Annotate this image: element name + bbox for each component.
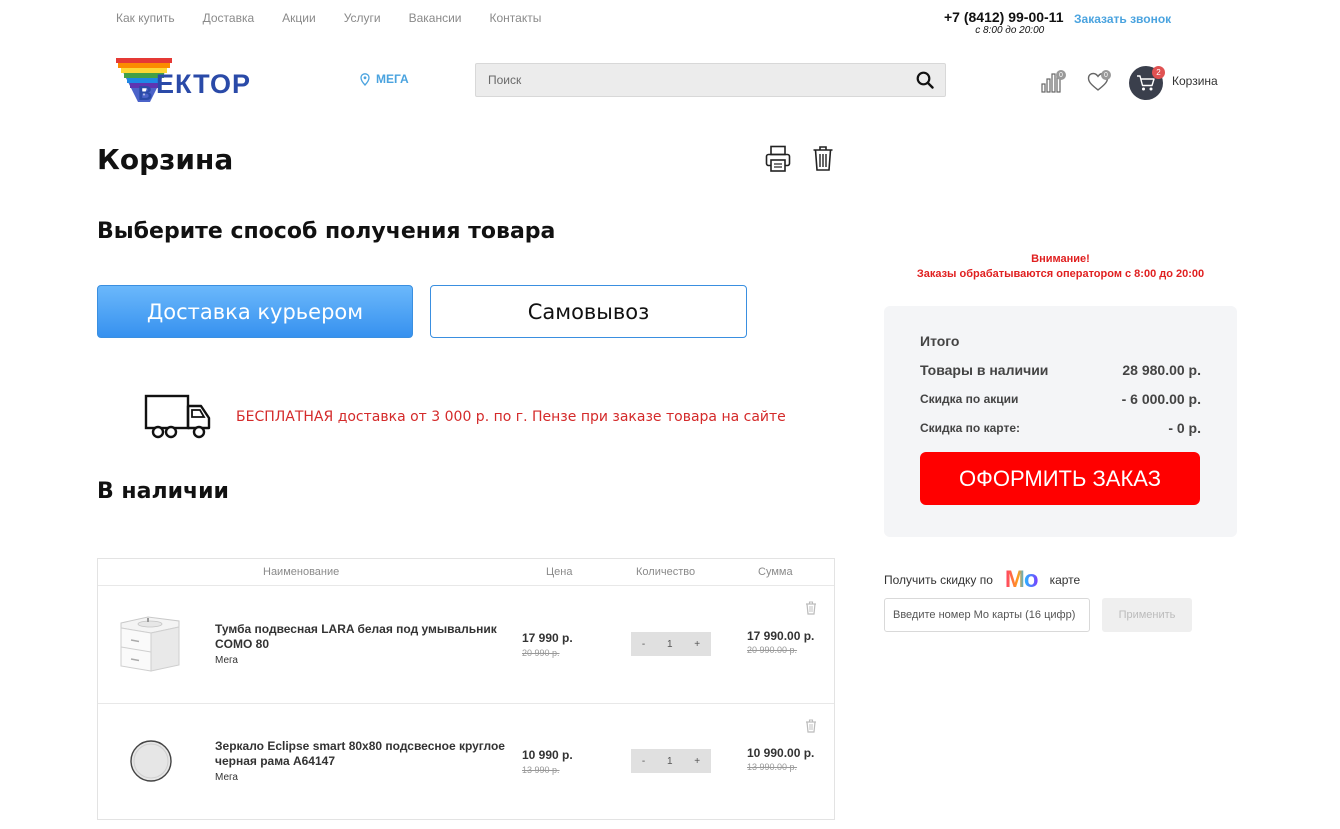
in-stock-heading: В наличии bbox=[97, 479, 229, 504]
discount-prefix: Получить скидку по bbox=[884, 573, 993, 587]
cart-label[interactable]: Корзина bbox=[1172, 74, 1218, 88]
delivery-heading: Выберите способ получения товара bbox=[97, 219, 556, 244]
nav-services[interactable]: Услуги bbox=[344, 11, 381, 25]
phone-block: +7 (8412) 99-00-11 с 8:00 до 20:00 bbox=[944, 9, 1063, 36]
location-pin-icon bbox=[360, 72, 370, 86]
product-store: Мега bbox=[215, 772, 238, 783]
row-old-sum: 13 990.00 р. bbox=[747, 762, 798, 772]
truck-icon bbox=[144, 393, 212, 445]
promo-discount-label: Скидка по акции bbox=[920, 392, 1019, 406]
product-image-vanity-cabinet[interactable] bbox=[118, 615, 182, 677]
print-button[interactable] bbox=[765, 145, 791, 177]
table-row: Зеркало Eclipse smart 80x80 подсвесное к… bbox=[98, 704, 834, 821]
city-selector[interactable]: МЕГА bbox=[360, 72, 409, 86]
discount-suffix: карте bbox=[1049, 573, 1081, 587]
clear-cart-button[interactable] bbox=[812, 145, 834, 176]
mo-card-number-input[interactable] bbox=[884, 598, 1090, 632]
quantity-increase-button[interactable]: + bbox=[694, 756, 700, 767]
column-header-quantity: Количество bbox=[636, 566, 696, 578]
cart-table: Наименование Цена Количество Сумма Тумба… bbox=[97, 558, 835, 820]
quantity-value[interactable]: 1 bbox=[667, 756, 673, 767]
remove-item-button[interactable] bbox=[805, 600, 817, 619]
logo[interactable]: В ЕКТОР bbox=[116, 56, 298, 105]
quantity-stepper: - 1 + bbox=[631, 749, 711, 773]
print-icon bbox=[765, 145, 791, 172]
top-nav: Как купить Доставка Акции Услуги Ваканси… bbox=[116, 11, 569, 25]
card-discount-value: - 0 р. bbox=[1168, 420, 1201, 436]
column-header-price: Цена bbox=[546, 566, 573, 578]
nav-vacancies[interactable]: Вакансии bbox=[409, 11, 462, 25]
items-value: 28 980.00 р. bbox=[1122, 362, 1201, 378]
compare-badge: 0 bbox=[1056, 70, 1066, 80]
quantity-value[interactable]: 1 bbox=[667, 639, 673, 650]
nav-promotions[interactable]: Акции bbox=[282, 11, 316, 25]
discount-card-promo: Получить скидку по Mo карте bbox=[884, 566, 1080, 594]
search-bar bbox=[475, 63, 946, 97]
pickup-button[interactable]: Самовывоз bbox=[430, 285, 747, 338]
trash-icon bbox=[806, 601, 816, 615]
quantity-decrease-button[interactable]: - bbox=[642, 756, 645, 767]
product-image-round-mirror[interactable] bbox=[129, 739, 173, 787]
callback-link[interactable]: Заказать звонок bbox=[1074, 12, 1171, 26]
courier-delivery-button[interactable]: Доставка курьером bbox=[97, 285, 413, 338]
quantity-increase-button[interactable]: + bbox=[694, 639, 700, 650]
column-header-name: Наименование bbox=[263, 566, 340, 578]
page-title: Корзина bbox=[97, 143, 234, 176]
search-button[interactable] bbox=[905, 64, 945, 96]
mo-card-logo: Mo bbox=[1004, 566, 1039, 593]
remove-item-button[interactable] bbox=[805, 718, 817, 737]
svg-text:В: В bbox=[138, 83, 152, 102]
apply-card-button[interactable]: Применить bbox=[1102, 598, 1192, 632]
product-name[interactable]: Зеркало Eclipse smart 80x80 подсвесное к… bbox=[215, 739, 515, 769]
warning-title: Внимание! bbox=[1031, 253, 1090, 265]
city-label: МЕГА bbox=[376, 72, 409, 86]
free-delivery-notice: БЕСПЛАТНАЯ доставка от 3 000 р. по г. Пе… bbox=[236, 409, 786, 425]
row-old-sum: 20 990.00 р. bbox=[747, 645, 798, 655]
trash-icon bbox=[813, 146, 833, 171]
column-header-sum: Сумма bbox=[758, 566, 793, 578]
logo-text: ЕКТОР bbox=[156, 69, 251, 99]
row-sum: 10 990.00 р. bbox=[747, 746, 815, 760]
search-input[interactable] bbox=[476, 64, 905, 96]
table-row: Тумба подвесная LARA белая под умывальни… bbox=[98, 586, 834, 703]
phone-number[interactable]: +7 (8412) 99-00-11 bbox=[944, 9, 1063, 25]
nav-how-to-buy[interactable]: Как купить bbox=[116, 11, 175, 25]
trash-icon bbox=[806, 719, 816, 733]
promo-discount-value: - 6 000.00 р. bbox=[1121, 391, 1201, 407]
cart-badge: 2 bbox=[1152, 66, 1165, 79]
search-icon bbox=[916, 71, 934, 89]
working-hours: с 8:00 до 20:00 bbox=[975, 25, 1045, 36]
nav-delivery[interactable]: Доставка bbox=[203, 11, 255, 25]
product-old-price: 13 990 р. bbox=[522, 765, 560, 775]
product-price: 17 990 р. bbox=[522, 631, 573, 645]
summary-title: Итого bbox=[920, 333, 960, 349]
quantity-stepper: - 1 + bbox=[631, 632, 711, 656]
row-sum: 17 990.00 р. bbox=[747, 629, 815, 643]
card-discount-label: Скидка по карте: bbox=[920, 421, 1020, 435]
product-old-price: 20 990 р. bbox=[522, 648, 560, 658]
favorites-badge: 0 bbox=[1101, 70, 1111, 80]
order-summary: Итого Товары в наличии 28 980.00 р. Скид… bbox=[884, 306, 1237, 537]
quantity-decrease-button[interactable]: - bbox=[642, 639, 645, 650]
warning-notice: Внимание! Заказы обрабатываются оператор… bbox=[884, 252, 1237, 282]
product-name[interactable]: Тумба подвесная LARA белая под умывальни… bbox=[215, 622, 515, 652]
items-label: Товары в наличии bbox=[920, 362, 1049, 378]
product-price: 10 990 р. bbox=[522, 748, 573, 762]
warning-text: Заказы обрабатываются оператором с 8:00 … bbox=[916, 268, 1205, 280]
nav-contacts[interactable]: Контакты bbox=[490, 11, 542, 25]
product-store: Мега bbox=[215, 655, 238, 666]
checkout-button[interactable]: ОФОРМИТЬ ЗАКАЗ bbox=[920, 452, 1200, 505]
